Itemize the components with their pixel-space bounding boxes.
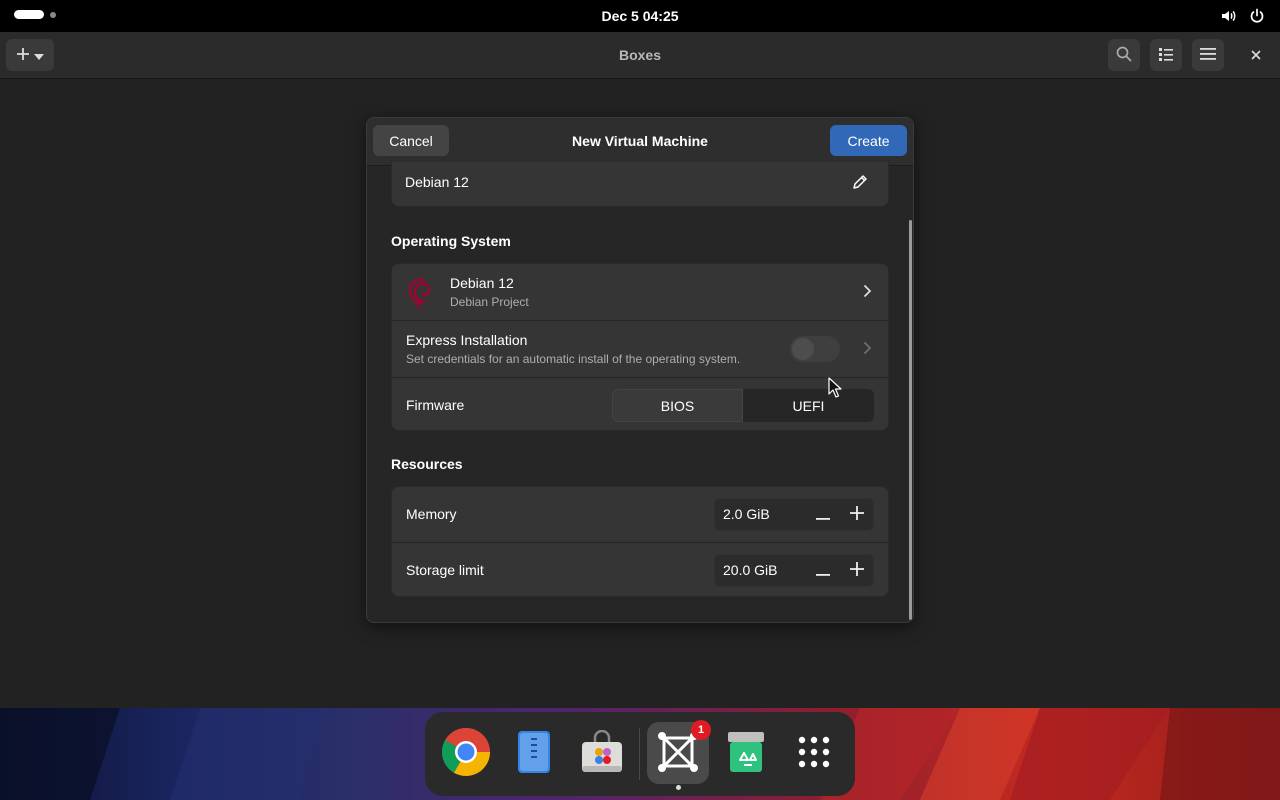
trash-recycle-icon <box>726 730 766 777</box>
new-machine-button[interactable] <box>6 39 54 71</box>
plus-icon <box>850 506 864 523</box>
close-icon <box>1251 47 1261 63</box>
search-icon <box>1116 46 1132 65</box>
software-store-bag-icon <box>579 729 625 777</box>
notification-badge: 1 <box>691 720 711 740</box>
firmware-label: Firmware <box>406 397 465 413</box>
os-name: Debian 12 <box>450 275 514 291</box>
os-selection-row[interactable]: Debian 12 Debian Project <box>392 264 888 321</box>
express-installation-row: Express Installation Set credentials for… <box>392 321 888 378</box>
clock[interactable]: Dec 5 04:25 <box>601 8 678 24</box>
storage-value[interactable]: 20.0 GiB <box>723 555 777 586</box>
power-icon <box>1248 7 1266 25</box>
create-button[interactable]: Create <box>830 125 907 156</box>
running-indicator <box>676 785 681 790</box>
list-view-button[interactable] <box>1150 39 1182 71</box>
express-installation-subtitle: Set credentials for an automatic install… <box>406 352 741 366</box>
close-window-button[interactable] <box>1240 39 1272 71</box>
express-installation-toggle[interactable] <box>790 336 840 362</box>
mouse-pointer-icon <box>828 377 842 402</box>
google-chrome-icon <box>441 727 491 780</box>
chevron-down-icon <box>34 47 44 63</box>
storage-increase-button[interactable] <box>843 555 871 586</box>
new-vm-dialog: Cancel New Virtual Machine Create Debian… <box>366 117 914 623</box>
top-bar: Dec 5 04:25 <box>0 0 1280 32</box>
dock-text-editor[interactable] <box>503 722 565 784</box>
minus-icon <box>816 507 830 523</box>
firmware-row: Firmware BIOS UEFI <box>392 378 888 430</box>
workspace-indicator <box>50 11 56 18</box>
dock-show-apps[interactable] <box>783 722 845 784</box>
workspace-indicator-active <box>14 10 44 19</box>
list-view-icon <box>1158 46 1174 65</box>
dock-google-chrome[interactable] <box>435 722 497 784</box>
dialog-header: Cancel New Virtual Machine Create <box>367 118 913 166</box>
main-menu-button[interactable] <box>1192 39 1224 71</box>
volume-icon <box>1220 7 1238 25</box>
dock-boxes[interactable]: 1 <box>647 720 711 790</box>
memory-increase-button[interactable] <box>843 499 871 530</box>
memory-label: Memory <box>406 506 457 522</box>
memory-spinbutton[interactable]: 2.0 GiB <box>714 498 874 531</box>
vm-name-value: Debian 12 <box>405 174 469 190</box>
storage-spinbutton[interactable]: 20.0 GiB <box>714 554 874 587</box>
storage-limit-row: Storage limit 20.0 GiB <box>392 543 888 596</box>
memory-value[interactable]: 2.0 GiB <box>723 499 770 530</box>
resources-card: Memory 2.0 GiB Storage limit 20.0 GiB <box>391 486 889 597</box>
operating-system-card: Debian 12 Debian Project Express Install… <box>391 263 889 431</box>
header-bar: Boxes <box>0 32 1280 79</box>
toggle-knob <box>792 338 814 360</box>
storage-limit-label: Storage limit <box>406 562 484 578</box>
dock: 1 <box>425 712 855 796</box>
firmware-uefi-option[interactable]: UEFI <box>743 389 874 422</box>
name-row[interactable]: Debian 12 <box>392 162 888 206</box>
operating-system-heading: Operating System <box>391 233 511 249</box>
firmware-bios-option[interactable]: BIOS <box>612 389 743 422</box>
app-title: Boxes <box>618 47 662 63</box>
chevron-right-icon <box>863 284 872 301</box>
storage-decrease-button[interactable] <box>809 555 837 586</box>
edit-pencil-icon[interactable] <box>852 174 868 193</box>
resources-heading: Resources <box>391 456 463 472</box>
cancel-button[interactable]: Cancel <box>373 125 449 156</box>
chevron-right-icon <box>863 341 872 358</box>
text-editor-icon <box>514 730 554 777</box>
search-button[interactable] <box>1108 39 1140 71</box>
os-vendor: Debian Project <box>450 295 529 309</box>
dock-software-store[interactable] <box>571 722 633 784</box>
plus-icon <box>16 47 30 64</box>
app-grid-icon <box>797 735 831 772</box>
plus-icon <box>850 562 864 579</box>
dialog-scrollbar[interactable] <box>909 220 912 620</box>
system-menu[interactable] <box>1220 7 1266 25</box>
express-installation-title: Express Installation <box>406 332 528 348</box>
name-card: Debian 12 <box>391 162 889 207</box>
dock-separator <box>639 728 640 780</box>
dock-trash[interactable] <box>715 722 777 784</box>
memory-decrease-button[interactable] <box>809 499 837 530</box>
memory-row: Memory 2.0 GiB <box>392 487 888 543</box>
activities-button[interactable] <box>14 10 56 19</box>
hamburger-menu-icon <box>1200 47 1216 64</box>
minus-icon <box>816 563 830 579</box>
debian-logo-icon <box>406 276 436 313</box>
